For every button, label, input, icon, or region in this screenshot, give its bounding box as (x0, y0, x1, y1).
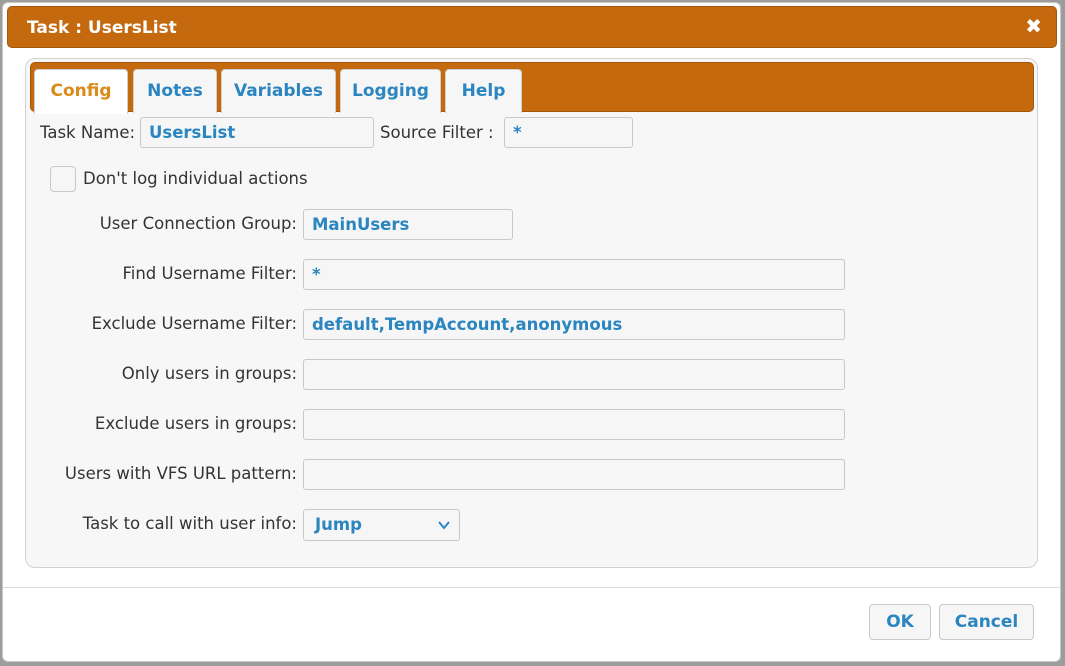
tab-notes[interactable]: Notes (133, 69, 217, 113)
user-connection-group-label: User Connection Group: (99, 214, 297, 233)
ok-button[interactable]: OK (869, 604, 931, 640)
chevron-down-icon (438, 521, 450, 530)
footer-divider (3, 587, 1060, 588)
exclude-username-filter-input[interactable]: default,TempAccount,anonymous (303, 309, 845, 340)
user-connection-group-input[interactable]: MainUsers (303, 209, 513, 240)
vfs-url-pattern-input[interactable] (303, 459, 845, 490)
tab-variables[interactable]: Variables (221, 69, 336, 113)
exclude-users-in-groups-input[interactable] (303, 409, 845, 440)
task-to-call-select[interactable]: Jump (303, 509, 460, 541)
task-to-call-value: Jump (315, 515, 362, 534)
task-name-input[interactable]: UsersList (140, 117, 374, 148)
vfs-url-pattern-label: Users with VFS URL pattern: (64, 464, 297, 483)
task-name-label: Task Name: (40, 123, 136, 142)
dialog-title: Task : UsersList (27, 18, 177, 38)
tab-logging[interactable]: Logging (340, 69, 441, 113)
source-filter-input[interactable]: * (504, 117, 633, 148)
only-users-in-groups-input[interactable] (303, 359, 845, 390)
dont-log-checkbox[interactable] (50, 166, 76, 192)
task-dialog: Task : UsersList ✖ Config Notes Variable… (2, 2, 1061, 662)
exclude-users-in-groups-label: Exclude users in groups: (94, 414, 297, 433)
only-users-in-groups-label: Only users in groups: (121, 364, 297, 383)
tab-help[interactable]: Help (445, 69, 522, 113)
task-to-call-label: Task to call with user info: (82, 514, 297, 533)
dont-log-label: Don't log individual actions (83, 169, 308, 188)
tab-config[interactable]: Config (34, 69, 128, 114)
find-username-filter-label: Find Username Filter: (122, 264, 297, 283)
dialog-titlebar: Task : UsersList ✖ (7, 6, 1057, 48)
source-filter-label: Source Filter : (380, 123, 494, 142)
close-icon[interactable]: ✖ (1025, 16, 1042, 36)
cancel-button[interactable]: Cancel (939, 604, 1034, 640)
exclude-username-filter-label: Exclude Username Filter: (91, 314, 297, 333)
find-username-filter-input[interactable]: * (303, 259, 845, 290)
